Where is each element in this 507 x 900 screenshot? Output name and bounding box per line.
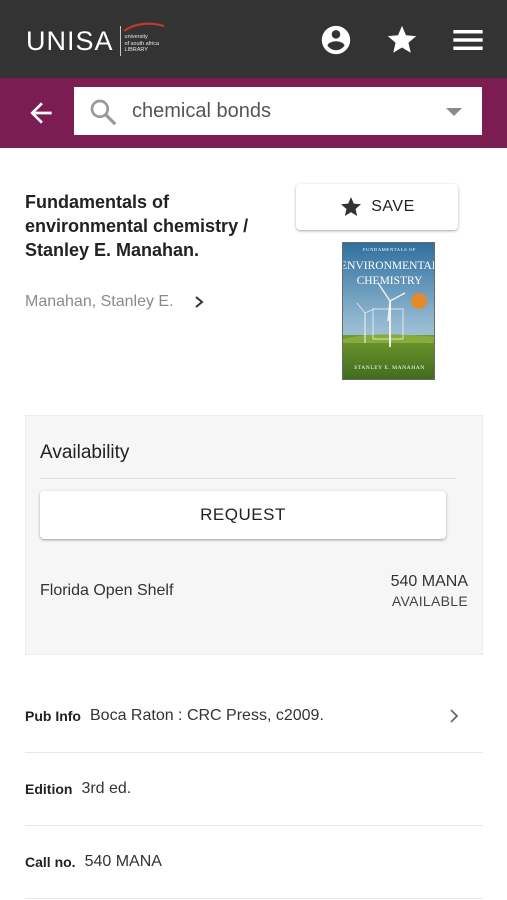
author-name: Manahan, Stanley E. [25, 293, 174, 310]
search-icon [90, 99, 116, 125]
author-link[interactable]: Manahan, Stanley E. [25, 293, 206, 311]
book-cover-art: FUNDAMENTALS OF ENVIRONMENTAL CHEMISTRY … [343, 243, 435, 379]
availability-heading: Availability [40, 442, 130, 463]
cover-title-line1: ENVIRONMENTAL [343, 260, 435, 272]
account-button[interactable] [319, 23, 353, 57]
detail-value: 3rd ed. [81, 780, 132, 797]
menu-icon [453, 30, 483, 50]
back-arrow-icon [30, 102, 52, 124]
account-circle-icon [321, 25, 351, 55]
chevron-right-icon [194, 296, 204, 308]
logo-subtitle: university of south africa LIBRARY [122, 22, 164, 54]
detail-label: Edition [25, 781, 73, 797]
save-button[interactable]: SAVE [296, 184, 458, 230]
star-icon [387, 25, 417, 53]
holding-location: Florida Open Shelf [40, 582, 174, 599]
logo-wordmark: UNISA [26, 25, 114, 56]
top-app-bar: UNISA university of south africa LIBRARY [0, 0, 507, 78]
top-actions [319, 22, 485, 58]
detail-row-pub-info[interactable]: Pub Info Boca Raton : CRC Press, c2009. [25, 680, 483, 753]
search-band [0, 78, 507, 148]
detail-row-call-no: Call no. 540 MANA [25, 826, 483, 899]
book-cover-image: FUNDAMENTALS OF ENVIRONMENTAL CHEMISTRY … [342, 242, 435, 380]
logo-divider [119, 26, 121, 56]
status-badge: AVAILABLE [391, 593, 468, 609]
detail-label: Pub Info [25, 708, 81, 724]
cover-series-text: FUNDAMENTALS OF [363, 247, 416, 252]
favorites-button[interactable] [385, 23, 419, 57]
logo-swoosh-icon [122, 22, 164, 33]
cover-author-text: STANLEY E. MANAHAN [354, 365, 425, 371]
cover-title-line2: CHEMISTRY [357, 275, 424, 287]
detail-row-edition: Edition 3rd ed. [25, 753, 483, 826]
chevron-right-icon [450, 709, 459, 723]
detail-value: 540 MANA [84, 853, 162, 870]
search-field[interactable] [74, 87, 482, 135]
save-label: SAVE [371, 198, 415, 215]
search-input[interactable] [132, 87, 432, 135]
availability-panel: Availability REQUEST Florida Open Shelf … [25, 415, 483, 655]
menu-button[interactable] [451, 23, 485, 57]
divider [40, 478, 456, 479]
holding-callnumber-status: 540 MANA AVAILABLE [391, 573, 468, 609]
detail-value: Boca Raton : CRC Press, c2009. [90, 707, 324, 724]
record-title: Fundamentals of environmental chemistry … [25, 192, 249, 260]
holding-call-number: 540 MANA [390, 573, 468, 590]
unisa-library-logo[interactable]: UNISA university of south africa LIBRARY [26, 22, 164, 60]
detail-label: Call no. [25, 854, 76, 870]
star-icon [341, 197, 362, 216]
request-button[interactable]: REQUEST [40, 491, 446, 539]
back-button[interactable] [22, 94, 60, 132]
dropdown-caret-icon[interactable] [446, 107, 462, 117]
